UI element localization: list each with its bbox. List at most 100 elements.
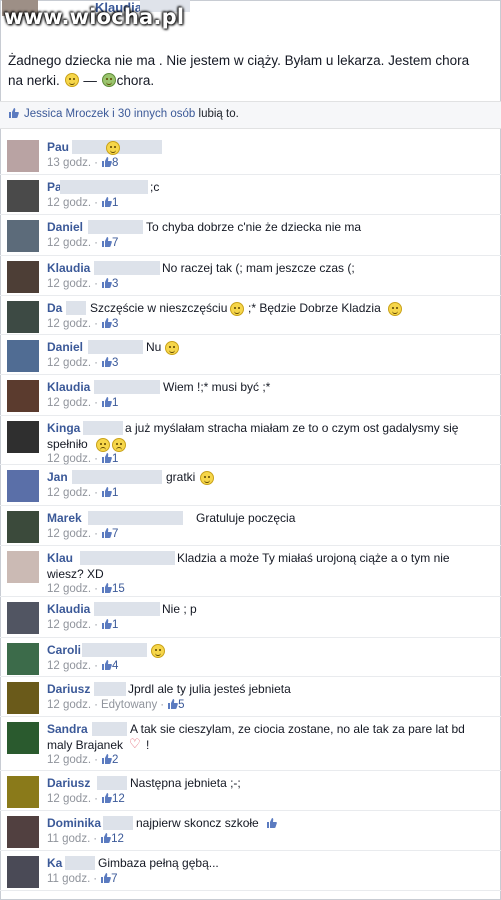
commenter-avatar[interactable] [7,380,39,412]
like-thumb-icon[interactable] [101,793,112,803]
comment-time[interactable]: 12 godz. [47,237,91,249]
like-thumb-icon[interactable] [101,397,112,407]
comment-like-count[interactable]: 1 [112,197,118,209]
commenter-avatar[interactable] [7,776,39,808]
censor-blur [94,380,160,394]
commenter-name[interactable]: Daniel [47,220,83,234]
likes-text[interactable]: Jessica Mroczek i 30 innych osób lubią t… [24,108,239,120]
commenter-avatar[interactable] [7,856,39,888]
comment-time[interactable]: 12 godz. [47,754,91,766]
commenter-avatar[interactable] [7,722,39,754]
comment-text: Kladzia a może Ty miałaś urojoną ciąże a… [177,551,450,565]
commenter-name[interactable]: Ka [47,856,62,870]
commenter-name[interactable]: Daniel [47,340,83,354]
like-thumb-icon[interactable] [101,278,112,288]
like-thumb-icon[interactable] [101,487,112,497]
commenter-name[interactable]: Klau [47,551,73,565]
comment-time[interactable]: 12 godz. [47,357,91,369]
comment-time[interactable]: 11 godz. [47,833,90,845]
comment-like-count[interactable]: 15 [112,583,125,595]
comment-time[interactable]: 12 godz. [47,583,91,595]
like-thumb-icon[interactable] [101,754,112,764]
sad-face-icon [112,438,126,452]
like-thumb-icon[interactable] [101,318,112,328]
edited-label[interactable]: Edytowany [101,699,157,711]
commenter-name[interactable]: Pau [47,140,69,154]
comment-time[interactable]: 12 godz. [47,278,91,290]
comment-like-count[interactable]: 3 [112,318,118,330]
commenter-avatar[interactable] [7,551,39,583]
like-thumb-icon[interactable] [101,157,112,167]
like-thumb-icon[interactable] [101,660,112,670]
comment-like-count[interactable]: 7 [112,528,118,540]
commenter-name[interactable]: Jan [47,470,68,484]
comment-text: Gimbaza pełną gębą... [98,856,219,870]
commenter-name[interactable]: Klaudia [47,261,90,275]
comment-time[interactable]: 12 godz. [47,793,91,805]
comment-time[interactable]: 12 godz. [47,619,91,631]
like-thumb-icon[interactable] [101,619,112,629]
comment-time[interactable]: 12 godz. [47,318,91,330]
commenter-name[interactable]: Klaudia [47,602,90,616]
commenter-name[interactable]: Marek [47,511,82,525]
like-thumb-icon[interactable] [101,237,112,247]
comment-text-continued: ;* Będzie Dobrze Kladzia [248,301,381,315]
comment-time[interactable]: 12 godz. [47,487,91,499]
commenter-name[interactable]: Klaudia [47,380,90,394]
like-thumb-icon[interactable] [101,197,112,207]
commenter-avatar[interactable] [7,470,39,502]
commenter-avatar[interactable] [7,421,39,453]
comment-like-count[interactable]: 7 [112,237,118,249]
comment-time[interactable]: 12 godz. [47,397,91,409]
commenter-avatar[interactable] [7,340,39,372]
like-thumb-icon[interactable] [101,528,112,538]
comment-text: Nie ; p [162,602,197,616]
commenter-name[interactable]: Kinga [47,421,80,435]
likers-link[interactable]: Jessica Mroczek i 30 innych osób [24,108,195,120]
commenter-avatar[interactable] [7,140,39,172]
comment-like-count[interactable]: 12 [112,793,125,805]
like-thumb-icon[interactable] [101,357,112,367]
comment-text: Jprdl ale ty julia jesteś jebnieta [128,682,291,696]
commenter-name[interactable]: Sandra [47,722,88,736]
comment-like-count[interactable]: 12 [111,833,124,845]
commenter-name[interactable]: Caroli [47,643,81,657]
like-thumb-icon[interactable] [101,453,112,463]
commenter-avatar[interactable] [7,602,39,634]
comment-like-count[interactable]: 3 [112,278,118,290]
comment-meta: 12 godz. · 7 [47,528,119,540]
commenter-avatar[interactable] [7,180,39,212]
comment-like-count[interactable]: 7 [111,873,117,885]
comment-row: Marek Gratuluje poczęcia 12 godz. · 7 [0,505,501,546]
comment-time[interactable]: 12 godz. [47,660,91,672]
commenter-avatar[interactable] [7,511,39,543]
comment-like-count[interactable]: 5 [178,699,184,711]
commenter-avatar[interactable] [7,301,39,333]
comment-like-count[interactable]: 1 [112,397,118,409]
commenter-avatar[interactable] [7,261,39,293]
comment-like-count[interactable]: 8 [112,157,118,169]
comment-time[interactable]: 12 godz. [47,528,91,540]
commenter-avatar[interactable] [7,643,39,675]
commenter-name[interactable]: Dominika [47,816,101,830]
like-thumb-icon[interactable] [100,873,111,883]
comment-time[interactable]: 12 godz. [47,197,91,209]
comment-time[interactable]: 11 godz. [47,873,90,885]
comment-time[interactable]: 12 godz. [47,699,91,711]
commenter-name[interactable]: Dariusz [47,776,90,790]
commenter-name[interactable]: Da [47,301,62,315]
commenter-avatar[interactable] [7,220,39,252]
comment-like-count[interactable]: 2 [112,754,118,766]
censor-blur [80,551,175,565]
comment-like-count[interactable]: 3 [112,357,118,369]
commenter-avatar[interactable] [7,682,39,714]
like-thumb-icon[interactable] [167,699,178,709]
like-thumb-icon[interactable] [101,583,112,593]
commenter-avatar[interactable] [7,816,39,848]
comment-like-count[interactable]: 1 [112,487,118,499]
comment-time[interactable]: 13 godz. [47,157,91,169]
comment-like-count[interactable]: 4 [112,660,118,672]
comment-like-count[interactable]: 1 [112,619,118,631]
commenter-name[interactable]: Dariusz [47,682,90,696]
like-thumb-icon[interactable] [100,833,111,843]
